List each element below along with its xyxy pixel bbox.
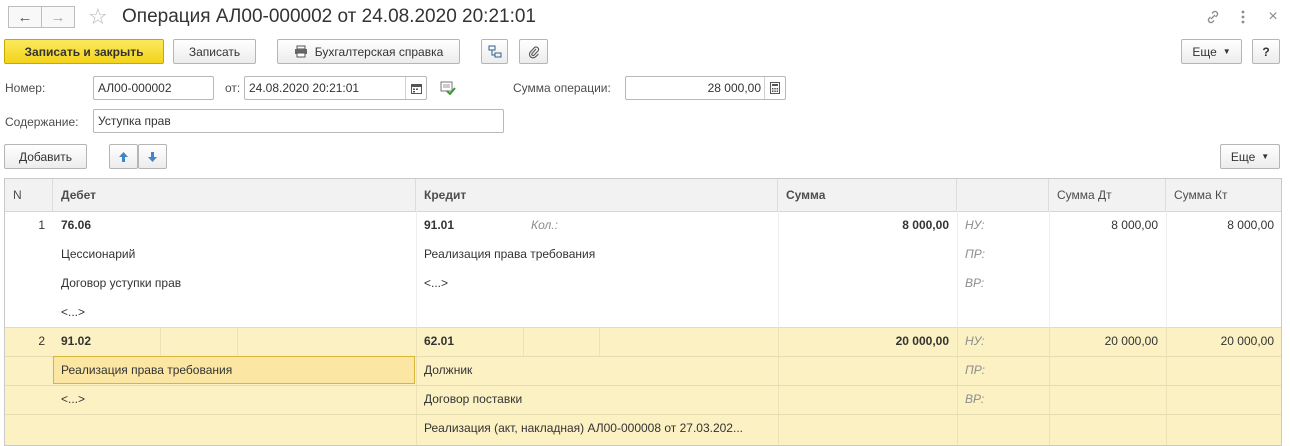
header-tax-type xyxy=(957,179,1049,211)
content-field[interactable]: Уступка прав xyxy=(93,109,504,133)
debit-subconto-1[interactable]: Реализация права требования xyxy=(53,356,416,385)
debit-account[interactable]: 76.06 xyxy=(53,211,416,240)
triangle-down-icon: ▼ xyxy=(1222,47,1231,56)
sum-kt-value[interactable]: 8 000,00 xyxy=(1166,211,1281,240)
column-divider xyxy=(523,327,524,356)
document-check-icon[interactable] xyxy=(440,80,456,98)
paperclip-icon xyxy=(528,45,540,59)
date-label: от: xyxy=(225,81,241,95)
save-and-close-button[interactable]: Записать и закрыть xyxy=(4,39,164,64)
close-icon[interactable]: × xyxy=(1264,8,1282,26)
header-debit[interactable]: Дебет xyxy=(53,179,416,211)
structure-button[interactable] xyxy=(481,39,508,64)
date-field[interactable]: 24.08.2020 20:21:01 xyxy=(244,76,427,100)
debit-subconto-2[interactable]: Договор уступки прав xyxy=(53,269,416,298)
header-credit[interactable]: Кредит xyxy=(416,179,778,211)
tax-label-nu: НУ: xyxy=(965,334,985,348)
credit-subconto-2[interactable]: Договор поставки xyxy=(416,385,778,414)
row-number: 2 xyxy=(38,334,45,348)
add-row-button[interactable]: Добавить xyxy=(4,144,87,169)
sum-dt-value[interactable]: 20 000,00 xyxy=(1049,327,1166,356)
debit-account[interactable]: 91.02 xyxy=(53,327,160,356)
sum-dt-value[interactable]: 8 000,00 xyxy=(1049,211,1166,240)
sum-value[interactable]: 8 000,00 xyxy=(778,211,957,240)
attach-button[interactable] xyxy=(519,39,548,64)
accounting-report-button[interactable]: Бухгалтерская справка xyxy=(277,39,460,64)
sum-value[interactable]: 20 000,00 xyxy=(778,327,957,356)
arrow-left-icon: ← xyxy=(17,8,33,26)
structure-icon xyxy=(488,45,502,59)
debit-subconto-3[interactable]: <...> xyxy=(53,298,416,327)
accounting-report-label: Бухгалтерская справка xyxy=(314,44,444,59)
header-sum-kt[interactable]: Сумма Кт xyxy=(1166,179,1281,211)
credit-subconto-1[interactable]: Должник xyxy=(416,356,778,385)
arrow-up-icon xyxy=(118,151,129,163)
column-divider xyxy=(160,327,161,356)
back-button[interactable]: ← xyxy=(8,6,42,28)
debit-subconto-2[interactable]: <...> xyxy=(53,385,416,414)
more-menu-button[interactable]: Еще ▼ xyxy=(1181,39,1242,64)
operation-sum-field[interactable]: 28 000,00 xyxy=(625,76,786,100)
tax-label-vr: ВР: xyxy=(965,392,985,406)
help-button[interactable]: ? xyxy=(1252,39,1280,64)
tax-label-pr: ПР: xyxy=(965,247,985,261)
content-label: Содержание: xyxy=(5,115,79,129)
credit-subconto-3[interactable]: Реализация (акт, накладная) АЛ00-000008 … xyxy=(416,414,778,443)
calendar-icon[interactable] xyxy=(405,77,426,99)
favorite-star-icon[interactable]: ☆ xyxy=(88,4,108,30)
arrow-right-icon: → xyxy=(50,8,66,26)
operation-sum-label: Сумма операции: xyxy=(513,81,611,95)
move-up-button[interactable] xyxy=(109,144,138,169)
operation-sum-value: 28 000,00 xyxy=(707,81,761,95)
quantity-label: Кол.: xyxy=(531,218,558,232)
more-menu-label: Еще xyxy=(1192,44,1217,59)
table-row-selected[interactable]: 2 91.02 Реализация права требования <...… xyxy=(5,327,1281,445)
table-more-label: Еще xyxy=(1230,149,1256,164)
header-sum-dt[interactable]: Сумма Дт xyxy=(1049,179,1166,211)
more-vertical-icon[interactable] xyxy=(1234,8,1252,26)
column-divider xyxy=(599,327,600,356)
move-down-button[interactable] xyxy=(138,144,167,169)
calculator-icon[interactable] xyxy=(764,77,785,99)
triangle-down-icon: ▼ xyxy=(1261,152,1270,161)
column-divider xyxy=(237,327,238,356)
debit-subconto-1[interactable]: Цессионарий xyxy=(53,240,416,269)
table-row[interactable]: 1 76.06 Цессионарий Договор уступки прав… xyxy=(5,211,1281,327)
tax-label-pr: ПР: xyxy=(965,363,985,377)
tax-label-nu: НУ: xyxy=(965,218,985,232)
window-title: Операция АЛ00-000002 от 24.08.2020 20:21… xyxy=(122,6,536,27)
credit-account[interactable]: 91.01 xyxy=(416,211,526,240)
credit-account[interactable]: 62.01 xyxy=(416,327,523,356)
arrow-down-icon xyxy=(147,151,158,163)
printer-icon xyxy=(294,45,308,58)
header-sum[interactable]: Сумма xyxy=(778,179,957,211)
number-label: Номер: xyxy=(5,81,46,95)
header-n[interactable]: N xyxy=(5,179,53,211)
table-header: N Дебет Кредит Сумма Сумма Дт Сумма Кт xyxy=(5,179,1281,212)
save-button[interactable]: Записать xyxy=(173,39,256,64)
entries-table[interactable]: N Дебет Кредит Сумма Сумма Дт Сумма Кт 1… xyxy=(4,178,1282,446)
link-icon[interactable] xyxy=(1204,8,1222,26)
forward-button[interactable]: → xyxy=(41,6,75,28)
sum-kt-value[interactable]: 20 000,00 xyxy=(1166,327,1281,356)
number-field[interactable]: АЛ00-000002 xyxy=(93,76,214,100)
date-value: 24.08.2020 20:21:01 xyxy=(249,81,360,95)
credit-subconto-1[interactable]: Реализация права требования xyxy=(416,240,778,269)
credit-subconto-2[interactable]: <...> xyxy=(416,269,778,298)
table-more-button[interactable]: Еще ▼ xyxy=(1220,144,1280,169)
row-number: 1 xyxy=(38,218,45,232)
tax-label-vr: ВР: xyxy=(965,276,985,290)
